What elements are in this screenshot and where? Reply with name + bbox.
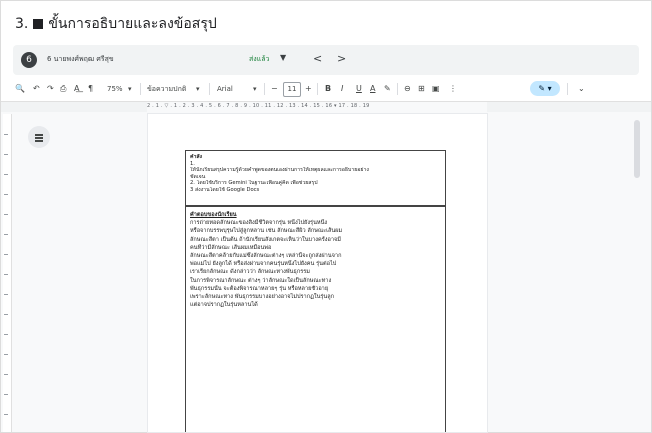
collapse-toolbar-icon[interactable]: ⌄ [578, 79, 585, 99]
increase-font-button[interactable]: + [305, 79, 312, 99]
vertical-scrollbar[interactable] [634, 120, 640, 178]
toolbar-divider [264, 83, 265, 95]
instruction-line: ชัดเจน [190, 173, 206, 180]
prev-student-button[interactable]: < [313, 52, 322, 65]
underline-button[interactable]: U [356, 79, 362, 99]
answer-line: การถ่ายทอดลักษณะของสิ่งมีชีวิตจากรุ่น หน… [190, 220, 328, 227]
toolbar-divider [209, 83, 210, 95]
search-menu-icon[interactable]: 🔍 [15, 79, 25, 99]
font-select[interactable]: Arial [217, 79, 233, 99]
vertical-ruler[interactable] [3, 114, 12, 432]
answer-line: ลักษณะสีตาคล้ายกับแม่ซึ่งลักษณะต่างๆ เหล… [190, 253, 342, 260]
section-heading: 3. ขั้นการอธิบายและลงข้อสรุป [15, 15, 217, 33]
redo-icon[interactable]: ↷ [47, 79, 54, 99]
bold-button[interactable]: B [325, 79, 331, 99]
toolbar-divider [397, 83, 398, 95]
toolbar-divider [140, 83, 141, 95]
link-icon[interactable]: ⊖ [404, 79, 411, 99]
ruler-margin-left [1, 102, 147, 112]
style-caret-icon[interactable]: ▾ [196, 79, 200, 99]
editing-mode-button[interactable]: ✎ ▾ [530, 81, 560, 96]
print-icon[interactable]: ⎙ [60, 79, 66, 99]
document-canvas: คำสั่ง 1. ให้นักเรียนสรุปความรู้ด้วยคำพู… [1, 114, 651, 432]
answer-line: แต่อาจปรากฏในรุ่นหลานได้ [190, 302, 258, 309]
decrease-font-button[interactable]: − [271, 79, 278, 99]
answer-line: เพราะลักษณะทาง พันธุกรรมบางอย่างอาจไม่ปร… [190, 294, 335, 301]
answer-line: หรือจากบรรพบุรุษไปสู่ลูกหลาน เช่น ลักษณะ… [190, 228, 343, 235]
answer-box[interactable]: คำตอบของนักเรียน การถ่ายทอดลักษณะของสิ่ง… [185, 206, 446, 432]
answer-line: เราเรียกลักษณะ ดังกล่าวว่า ลักษณะทางพันธ… [190, 269, 310, 276]
italic-button[interactable]: I [341, 79, 343, 99]
status-label: ส่งแล้ว [249, 55, 270, 63]
instruction-line: 1. [190, 160, 195, 167]
more-options-icon[interactable]: ⋮ [449, 79, 457, 99]
paint-format-icon[interactable]: ¶ [88, 79, 93, 99]
screen: 3. ขั้นการอธิบายและลงข้อสรุป 6 6 นายพงศ์… [0, 0, 652, 433]
image-icon[interactable]: ▣ [432, 79, 440, 99]
docs-toolbar: 🔍 ↶ ↷ ⎙ A͟ ¶ 75% ▾ ข้อความปกติ ▾ Arial ▾… [1, 79, 651, 99]
instruction-box: คำสั่ง 1. ให้นักเรียนสรุปความรู้ด้วยคำพู… [185, 150, 446, 206]
instruction-line: 3 ส่งงานโดยใช้ Google Docs [190, 186, 260, 193]
instruction-line: 2. โดยใช้บริการ Gemini ในฐานะเพื่อนคู่คิ… [190, 180, 318, 187]
instruction-title: คำสั่ง [190, 154, 203, 160]
font-size-input[interactable]: 11 [283, 82, 301, 97]
horizontal-ruler[interactable]: 2 . 1 . ▽ . 1 . 2 . 3 . 4 . 5 . 6 . 7 . … [1, 101, 651, 115]
comment-icon[interactable]: ⊞ [418, 79, 425, 99]
answer-line: พันธุกรรมนั้น จะต้องพิจารณาหลายๆ รุ่น หร… [190, 285, 329, 292]
font-caret-icon[interactable]: ▾ [253, 79, 257, 99]
answer-line: พ่อแม่ไป ยังลูกได้ หรือส่งผ่านจากคนรุ่นห… [190, 261, 337, 268]
square-icon [33, 19, 44, 29]
toolbar-divider [567, 83, 568, 95]
answer-line: คนที่ว่ามีลักษณะ เส้นผมเหมือนพ่อ [190, 244, 272, 251]
spellcheck-icon[interactable]: A͟ [74, 79, 79, 99]
answer-line: ลักษณะสีตา เป็นต้น ถ้านักเรียนสังเกตจะเห… [190, 236, 341, 243]
ruler-margin-right [487, 102, 651, 112]
document-page[interactable]: คำสั่ง 1. ให้นักเรียนสรุปความรู้ด้วยคำพู… [148, 114, 487, 432]
undo-icon[interactable]: ↶ [33, 79, 40, 99]
ruler-marks: 2 . 1 . ▽ . 1 . 2 . 3 . 4 . 5 . 6 . 7 . … [147, 103, 370, 109]
section-title: ขั้นการอธิบายและลงข้อสรุป [48, 16, 217, 32]
answer-title: คำตอบของนักเรียน [190, 212, 237, 218]
highlight-icon[interactable]: ✎ [384, 79, 391, 99]
zoom-caret-icon[interactable]: ▾ [128, 79, 132, 99]
next-student-button[interactable]: > [337, 52, 346, 65]
document-outline-button[interactable] [28, 126, 50, 148]
paragraph-style-select[interactable]: ข้อความปกติ [147, 79, 186, 99]
answer-line: ในการพิจารณาลักษณะ ต่างๆ ว่าลักษณะใดเป็น… [190, 277, 332, 284]
avatar: 6 [21, 52, 37, 68]
status-dropdown-icon[interactable]: ▼ [280, 53, 286, 62]
instruction-line: ให้นักเรียนสรุปความรู้ด้วยคำพูดของตนเองผ… [190, 167, 369, 174]
section-number: 3. [15, 16, 29, 32]
submission-bar: 6 6 นายพงศ์พฤฒ ศรีสุข ส่งแล้ว ▼ < > [13, 45, 639, 75]
zoom-select[interactable]: 75% [107, 79, 123, 99]
text-color-button[interactable]: A [370, 79, 375, 99]
toolbar-divider [317, 83, 318, 95]
student-name[interactable]: 6 นายพงศ์พฤฒ ศรีสุข [47, 54, 114, 65]
